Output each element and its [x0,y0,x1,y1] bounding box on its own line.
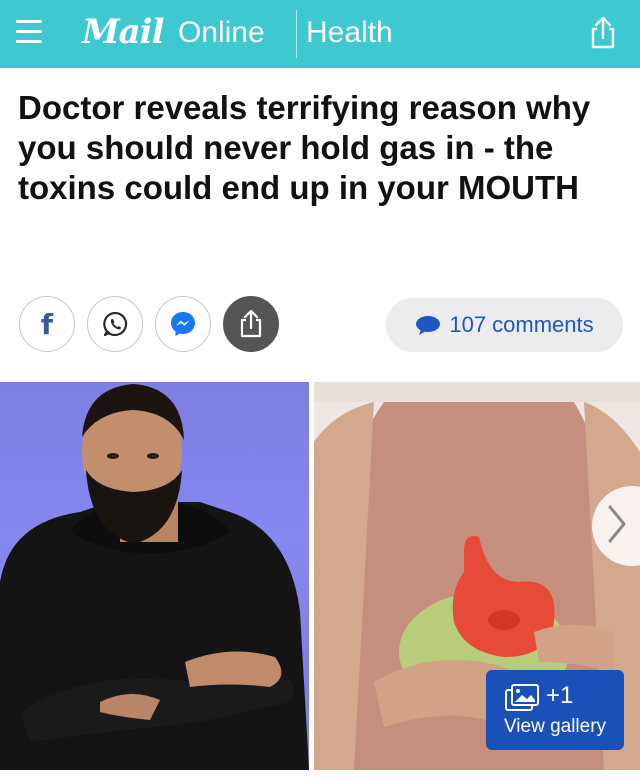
logo-mail[interactable]: Mail [82,12,164,52]
menu-icon[interactable] [16,20,42,46]
doctor-illustration [0,384,309,770]
gallery-label: View gallery [503,716,607,737]
messenger-share-button[interactable] [155,296,211,352]
logo-online[interactable]: Online [178,15,265,51]
chevron-right-icon [608,505,626,543]
comments-count: 107 comments [449,312,594,337]
facebook-icon: f [40,307,54,341]
share-icon[interactable] [587,16,619,50]
view-gallery-button[interactable]: +1 View gallery [486,670,624,750]
doctor-photo[interactable] [0,382,309,770]
more-share-button[interactable] [223,296,279,352]
whatsapp-share-button[interactable] [87,296,143,352]
gallery-icon [505,684,539,711]
share-icon [240,309,262,338]
gallery-count: +1 [546,682,574,709]
comments-button[interactable]: 107 comments [386,298,623,352]
top-bar: Mail Online Health [0,0,640,68]
section-label[interactable]: Health [306,15,393,51]
facebook-share-button[interactable]: f [19,296,75,352]
article-headline: Doctor reveals terrifying reason why you… [18,89,591,206]
header-divider [296,10,297,58]
whatsapp-icon [103,311,128,337]
messenger-icon [171,312,195,336]
comment-bubble-icon [416,316,441,335]
